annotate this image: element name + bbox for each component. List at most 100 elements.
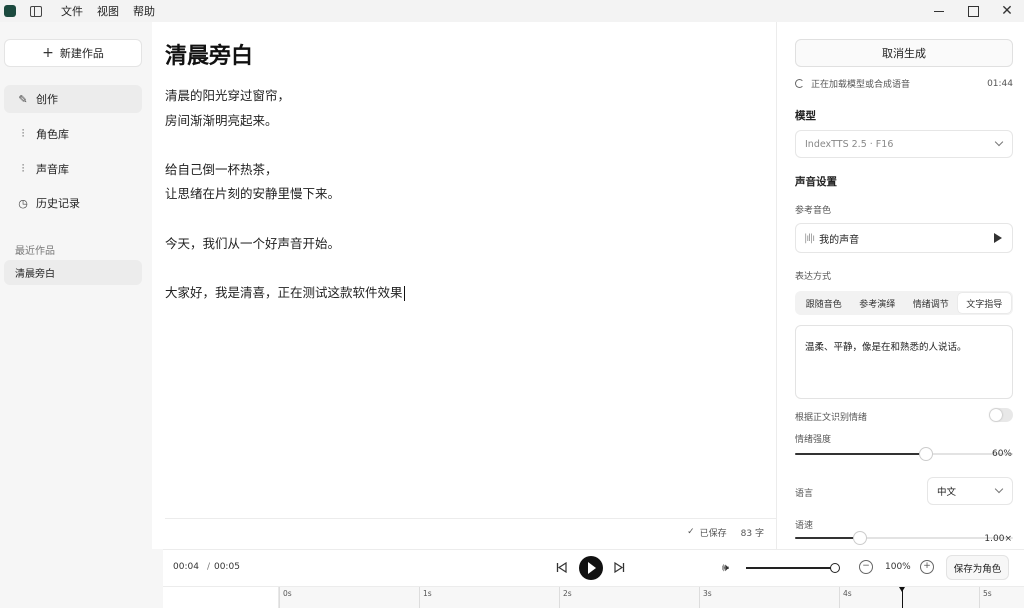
tab-text-guidance[interactable]: 文字指导 <box>957 293 1011 313</box>
text-caret <box>403 285 405 301</box>
text-line-last: 大家好，我是清喜，正在测试这款软件效果 <box>165 281 745 306</box>
sidebar-item-label: 创作 <box>36 93 58 106</box>
sidebar-item-roles[interactable]: ⫶ 角色库 <box>4 120 142 148</box>
slider-thumb[interactable] <box>853 531 868 545</box>
recent-item[interactable]: 清晨旁白 <box>4 260 142 285</box>
expression-mode-tabs: 跟随音色 参考演绎 情绪调节 文字指导 <box>795 291 1013 315</box>
sidebar-item-create[interactable]: ✎ 创作 <box>4 85 142 113</box>
timeline-tick: 3s <box>699 587 712 608</box>
reference-voice-value: 我的声音 <box>819 234 860 246</box>
close-button[interactable]: ✕ <box>990 0 1024 22</box>
chevron-down-icon <box>994 484 1004 494</box>
sidebar-toggle-icon[interactable] <box>30 5 42 17</box>
timeline-tick: 4s <box>839 587 852 608</box>
document-body[interactable]: 清晨的阳光穿过窗帘， 房间渐渐明亮起来。 给自己倒一杯热茶， 让思绪在片刻的安静… <box>165 84 745 305</box>
editor-status-bar: ✓ 已保存 83 字 <box>165 518 776 545</box>
language-value: 中文 <box>937 487 957 498</box>
zoom-in-icon[interactable]: + <box>920 560 934 574</box>
skip-back-icon[interactable] <box>556 562 567 573</box>
maximize-button[interactable] <box>956 0 990 22</box>
timeline-tick: 0s <box>279 587 292 608</box>
auto-emotion-toggle[interactable] <box>989 408 1013 422</box>
audio-player: 00:04/00:05 🕪 − 100% + 保存为角色 <box>163 549 1024 586</box>
menu-bar: 文件 视图 帮助 <box>54 3 162 19</box>
timeline-ruler[interactable]: 0s 1s 2s 3s 4s 5s <box>279 587 1024 608</box>
text-line <box>165 207 745 232</box>
volume-icon[interactable]: 🕪 <box>722 561 729 575</box>
timeline: 0s 1s 2s 3s 4s 5s <box>163 586 1024 608</box>
text-line <box>165 256 745 281</box>
new-project-button[interactable]: + 新建作品 <box>4 39 142 67</box>
guidance-textarea[interactable]: 温柔、平静，像是在和熟悉的人说话。 <box>795 325 1013 399</box>
speed-slider[interactable] <box>795 531 1013 545</box>
zoom-level: 100% <box>885 562 911 572</box>
waveform-icon: ⫶ <box>21 127 25 140</box>
title-bar: 文件 视图 帮助 ✕ <box>0 0 1024 22</box>
slider-track <box>746 567 836 569</box>
slider-thumb[interactable] <box>830 563 840 573</box>
cancel-generation-button[interactable]: 取消生成 <box>795 39 1013 67</box>
text-line: 清晨的阳光穿过窗帘， <box>165 88 291 103</box>
total-time: 00:05 <box>213 562 240 572</box>
text-line: 房间渐渐明亮起来。 <box>165 112 278 128</box>
minimize-button[interactable] <box>922 0 956 22</box>
sidebar-item-voices[interactable]: ⫶ 声音库 <box>4 155 142 183</box>
skip-forward-icon[interactable] <box>614 562 625 573</box>
timeline-tick: 2s <box>559 587 572 608</box>
text-line <box>165 133 745 158</box>
timeline-tick-label: 0s <box>283 589 292 598</box>
reference-voice-select[interactable]: |ıl|ı 我的声音 <box>795 223 1013 253</box>
reference-voice-label: 参考音色 <box>795 206 832 216</box>
timeline-tick-label: 5s <box>983 589 992 598</box>
generation-status: 正在加载模型或合成语音 01:44 <box>795 77 1013 90</box>
document-title[interactable]: 清晨旁白 <box>165 38 253 70</box>
play-icon[interactable] <box>994 233 1002 243</box>
slider-thumb[interactable] <box>918 447 933 461</box>
sidebar-item-label: 声音库 <box>36 163 69 176</box>
timeline-tick-label: 1s <box>423 589 432 598</box>
play-button[interactable] <box>579 556 603 580</box>
text-line: 让思绪在片刻的安静里慢下来。 <box>165 186 341 202</box>
text-line: 给自己倒一杯热茶， <box>165 161 278 177</box>
zoom-out-icon[interactable]: − <box>859 560 873 574</box>
tab-emotion-adjust[interactable]: 情绪调节 <box>904 293 958 313</box>
menu-help[interactable]: 帮助 <box>126 3 162 19</box>
slider-fill <box>795 453 926 455</box>
char-count: 83 字 <box>740 528 764 539</box>
expression-label: 表达方式 <box>795 272 832 282</box>
plus-icon: + <box>42 45 54 61</box>
slider-fill <box>795 537 861 539</box>
editor: 清晨旁白 清晨的阳光穿过窗帘， 房间渐渐明亮起来。 给自己倒一杯热茶， 让思绪在… <box>152 22 776 549</box>
clock-icon: ◷ <box>18 196 28 210</box>
language-label: 语言 <box>795 489 814 499</box>
timeline-track-header <box>163 587 279 608</box>
settings-panel: 取消生成 正在加载模型或合成语音 01:44 模型 IndexTTS 2.5 ·… <box>776 22 1024 549</box>
tab-follow-voice[interactable]: 跟随音色 <box>797 293 851 313</box>
model-select[interactable]: IndexTTS 2.5 · F16 <box>795 130 1013 158</box>
intensity-label: 情绪强度 <box>795 435 832 445</box>
new-project-label: 新建作品 <box>59 47 104 60</box>
model-value: IndexTTS 2.5 · F16 <box>805 138 894 150</box>
language-select[interactable]: 中文 <box>927 477 1013 505</box>
volume-slider[interactable] <box>746 563 840 573</box>
pen-icon: ✎ <box>18 92 28 106</box>
menu-view[interactable]: 视图 <box>90 3 126 19</box>
sidebar-item-history[interactable]: ◷ 历史记录 <box>4 189 142 217</box>
sidebar-item-label: 历史记录 <box>36 197 80 210</box>
text-line: 大家好，我是清喜，正在测试这款软件效果 <box>165 284 403 300</box>
timeline-tick-label: 3s <box>703 589 712 598</box>
save-status: 已保存 <box>699 528 727 539</box>
recent-section-label: 最近作品 <box>15 246 55 257</box>
tab-reference-performance[interactable]: 参考演绎 <box>851 293 905 313</box>
playhead[interactable] <box>899 587 905 608</box>
loading-spinner-icon <box>795 79 804 88</box>
timeline-tick: 5s <box>979 587 992 608</box>
sidebar-item-label: 角色库 <box>36 128 69 141</box>
intensity-slider[interactable] <box>795 447 1013 461</box>
timeline-tick: 1s <box>419 587 432 608</box>
text-line: 今天，我们从一个好声音开始。 <box>165 235 341 251</box>
speed-label: 语速 <box>795 521 814 531</box>
waveform-icon: ⫶ <box>21 162 25 175</box>
save-as-role-button[interactable]: 保存为角色 <box>946 555 1009 580</box>
menu-file[interactable]: 文件 <box>54 3 90 19</box>
